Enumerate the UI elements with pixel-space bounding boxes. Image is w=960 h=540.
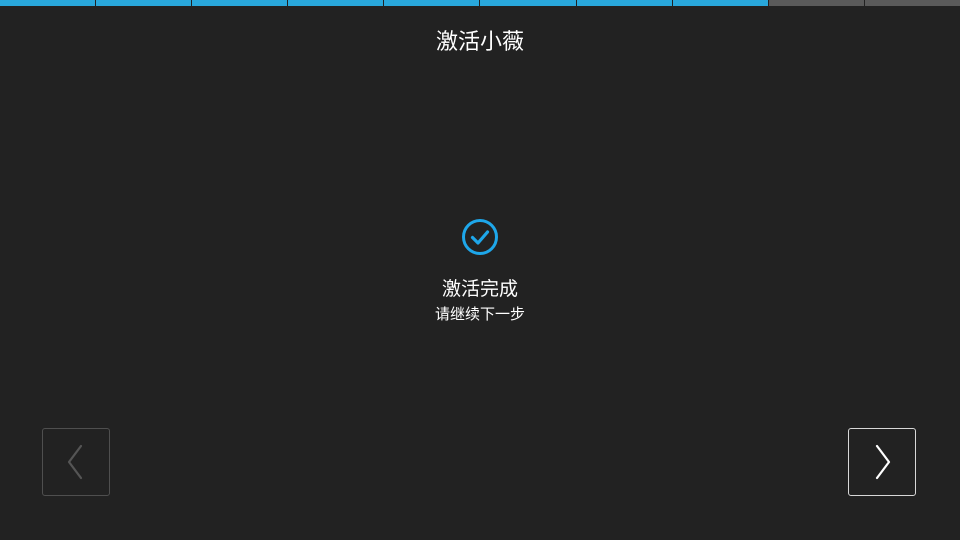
progress-segment-complete xyxy=(96,0,193,6)
activation-screen: 激活小薇 激活完成 请继续下一步 xyxy=(0,0,960,540)
progress-segment-pending xyxy=(864,0,960,6)
chevron-right-icon xyxy=(875,444,891,480)
progress-segment-complete xyxy=(672,0,769,6)
activation-status: 激活完成 请继续下一步 xyxy=(0,218,960,325)
status-subtitle: 请继续下一步 xyxy=(434,305,525,323)
check-circle-icon xyxy=(462,219,498,255)
next-button[interactable] xyxy=(848,428,916,496)
previous-button[interactable] xyxy=(42,428,110,496)
page-title: 激活小薇 xyxy=(435,30,524,55)
progress-segment-complete xyxy=(384,0,481,6)
chevron-left-icon xyxy=(67,444,83,480)
progress-segment-complete xyxy=(480,0,577,6)
setup-progress-bar xyxy=(0,0,960,6)
progress-segment-pending xyxy=(768,0,865,6)
status-title: 激活完成 xyxy=(441,278,518,300)
progress-segment-complete xyxy=(576,0,673,6)
progress-segment-complete xyxy=(0,0,97,6)
progress-segment-complete xyxy=(288,0,385,6)
progress-segment-complete xyxy=(192,0,289,6)
